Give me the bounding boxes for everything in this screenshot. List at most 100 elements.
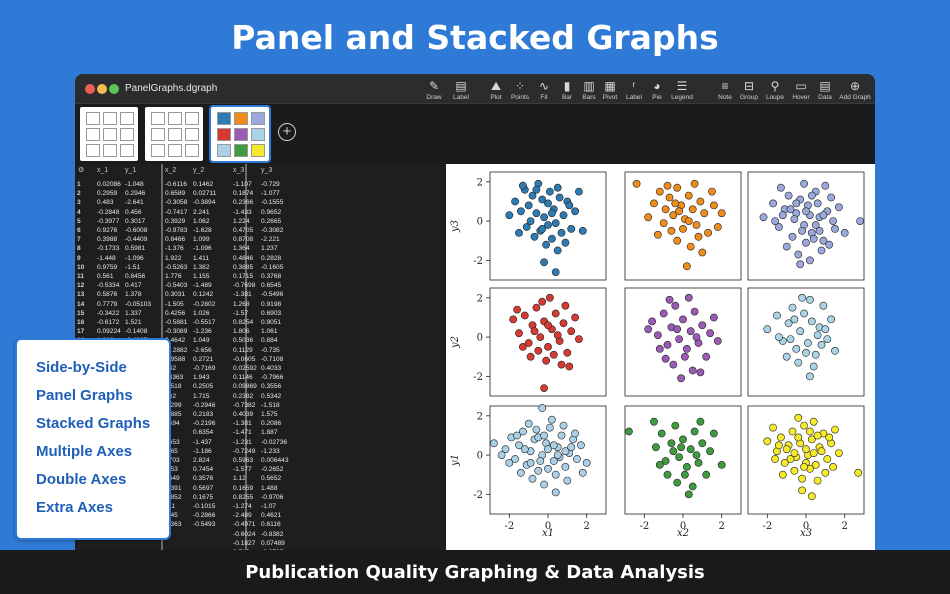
- table-cell[interactable]: 1.806: [233, 328, 250, 335]
- graph-thumbnail-1[interactable]: [80, 107, 138, 161]
- table-cell[interactable]: 0.2946: [125, 190, 145, 197]
- table-cell[interactable]: 0.02592: [233, 365, 257, 372]
- table-cell[interactable]: 0.3988: [97, 236, 117, 243]
- table-cell[interactable]: 0.6903: [261, 310, 281, 317]
- table-cell[interactable]: 0.561: [97, 273, 114, 280]
- column-header[interactable]: y_2: [193, 165, 204, 177]
- table-cell[interactable]: -0.1015: [193, 503, 215, 510]
- table-cell[interactable]: -1.57: [233, 310, 248, 317]
- table-cell[interactable]: 2.241: [193, 209, 210, 216]
- table-cell[interactable]: 0.8708: [233, 236, 253, 243]
- table-cell[interactable]: -0.1733: [97, 245, 119, 252]
- table-cell[interactable]: -1.577: [233, 466, 252, 473]
- table-cell[interactable]: -2.656: [193, 347, 212, 354]
- table-cell[interactable]: -0.2652: [261, 466, 283, 473]
- table-cell[interactable]: 0.1659: [233, 485, 253, 492]
- table-cell[interactable]: 0.5342: [261, 393, 281, 400]
- table-cell[interactable]: -0.1827: [233, 540, 255, 547]
- table-cell[interactable]: 0.1242: [193, 291, 213, 298]
- table-cell[interactable]: 1.062: [193, 218, 210, 225]
- table-cell[interactable]: -0.1555: [261, 199, 283, 206]
- table-cell[interactable]: 0.3929: [165, 218, 185, 225]
- table-cell[interactable]: 0.5652: [261, 475, 281, 482]
- table-cell[interactable]: 0.6589: [165, 190, 185, 197]
- table-cell[interactable]: -0.2866: [193, 512, 215, 519]
- toolbar-data-button[interactable]: ▤ Data: [808, 78, 842, 101]
- table-cell[interactable]: -0.5517: [193, 319, 215, 326]
- table-cell[interactable]: -0.7249: [233, 448, 255, 455]
- table-cell[interactable]: 0.5036: [233, 337, 253, 344]
- table-cell[interactable]: -0.735: [261, 347, 280, 354]
- column-header[interactable]: y_1: [125, 165, 136, 177]
- table-cell[interactable]: -1.437: [193, 439, 212, 446]
- table-cell[interactable]: 0.4039: [233, 411, 253, 418]
- table-cell[interactable]: -0.6172: [97, 319, 119, 326]
- table-cell[interactable]: -0.5263: [165, 264, 187, 271]
- toolbar-legend-button[interactable]: ☰ Legend: [665, 78, 699, 101]
- table-cell[interactable]: -0.9706: [261, 494, 283, 501]
- column-header[interactable]: x_2: [165, 165, 176, 177]
- table-cell[interactable]: 1.12: [233, 475, 246, 482]
- table-cell[interactable]: -1.096: [193, 245, 212, 252]
- table-cell[interactable]: 1.337: [125, 310, 142, 317]
- table-cell[interactable]: 0.483: [97, 199, 114, 206]
- table-cell[interactable]: -1.376: [165, 245, 184, 252]
- table-cell[interactable]: 0.3556: [261, 383, 281, 390]
- table-cell[interactable]: 0.6354: [193, 429, 213, 436]
- table-cell[interactable]: -0.0605: [233, 356, 255, 363]
- table-cell[interactable]: -0.3089: [165, 328, 187, 335]
- table-cell[interactable]: -0.3977: [97, 218, 119, 225]
- table-cell[interactable]: -1.048: [125, 181, 144, 188]
- table-cell[interactable]: 0.5697: [193, 485, 213, 492]
- close-window-button[interactable]: [85, 84, 95, 94]
- table-cell[interactable]: 0.07489: [261, 540, 285, 547]
- table-cell[interactable]: -0.3082: [261, 227, 283, 234]
- table-cell[interactable]: -0.8382: [261, 531, 283, 538]
- table-cell[interactable]: 0.884: [261, 337, 278, 344]
- table-cell[interactable]: 0.9652: [261, 209, 281, 216]
- table-cell[interactable]: 0.7779: [97, 301, 117, 308]
- table-cell[interactable]: 1.943: [193, 374, 210, 381]
- table-cell[interactable]: -1.107: [233, 181, 252, 188]
- table-cell[interactable]: 0.9276: [97, 227, 117, 234]
- table-cell[interactable]: 2.824: [193, 457, 210, 464]
- table-cell[interactable]: 0.2183: [193, 411, 213, 418]
- table-cell[interactable]: 0.3768: [261, 273, 281, 280]
- table-cell[interactable]: 0.456: [125, 209, 142, 216]
- minimize-window-button[interactable]: [97, 84, 107, 94]
- table-cell[interactable]: 0.9759: [97, 264, 117, 271]
- table-cell[interactable]: -1.07: [261, 503, 276, 510]
- add-graph-icon[interactable]: +: [278, 123, 296, 141]
- table-cell[interactable]: -0.3422: [97, 310, 119, 317]
- table-cell[interactable]: -0.1605: [261, 264, 283, 271]
- table-cell[interactable]: -0.7698: [233, 282, 255, 289]
- table-cell[interactable]: 0.2382: [233, 393, 253, 400]
- table-cell[interactable]: -0.1408: [125, 328, 147, 335]
- table-cell[interactable]: -0.2196: [193, 420, 215, 427]
- table-cell[interactable]: -1.628: [193, 227, 212, 234]
- table-cell[interactable]: -0.6024: [233, 531, 255, 538]
- table-cell[interactable]: 1.488: [261, 485, 278, 492]
- zoom-window-button[interactable]: [109, 84, 119, 94]
- table-cell[interactable]: 0.4256: [165, 310, 185, 317]
- table-cell[interactable]: -0.02736: [261, 439, 287, 446]
- table-cell[interactable]: 1.026: [193, 310, 210, 317]
- table-cell[interactable]: 0.1129: [233, 347, 253, 354]
- table-cell[interactable]: 0.2366: [233, 199, 253, 206]
- table-cell[interactable]: -0.7169: [193, 365, 215, 372]
- table-cell[interactable]: 1.776: [165, 273, 182, 280]
- table-cell[interactable]: 0.09224: [97, 328, 121, 335]
- table-cell[interactable]: -0.3058: [165, 199, 187, 206]
- table-cell[interactable]: -2.489: [233, 512, 252, 519]
- table-cell[interactable]: -1.186: [193, 448, 212, 455]
- table-cell[interactable]: -0.9783: [165, 227, 187, 234]
- table-cell[interactable]: 0.1715: [233, 273, 253, 280]
- table-cell[interactable]: 0.02711: [193, 190, 216, 197]
- table-cell[interactable]: 1.237: [261, 245, 278, 252]
- table-cell[interactable]: 0.9051: [261, 319, 281, 326]
- table-cell[interactable]: 1.715: [193, 393, 210, 400]
- table-cell[interactable]: 0.8255: [233, 494, 253, 501]
- table-cell[interactable]: 1.887: [261, 429, 278, 436]
- table-cell[interactable]: 1.575: [261, 411, 278, 418]
- table-cell[interactable]: 0.1675: [193, 494, 213, 501]
